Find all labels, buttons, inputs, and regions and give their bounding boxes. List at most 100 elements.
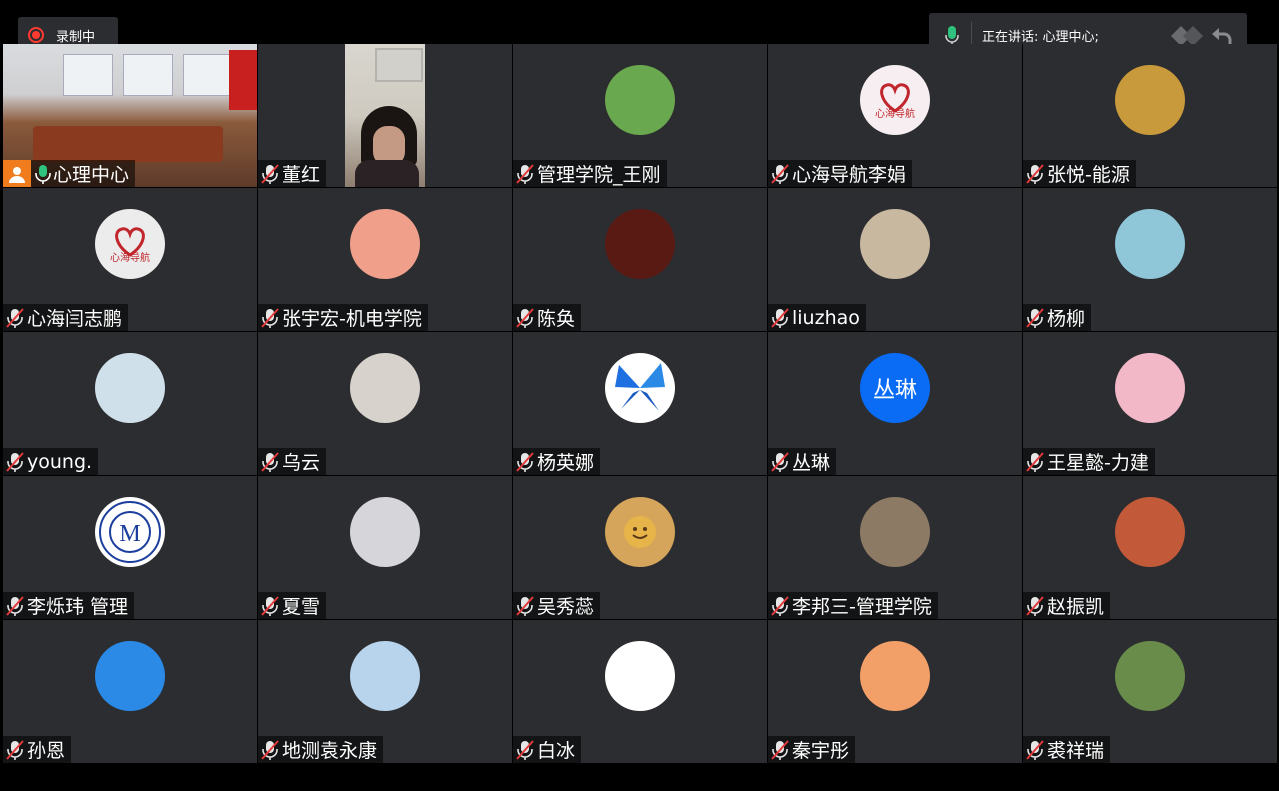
svg-text:心海导航: 心海导航 [110,251,150,264]
participant-tile[interactable]: 地测袁永康 [258,620,512,763]
muted-microphone-icon [6,451,24,472]
video-feed [345,44,425,187]
participant-name: 裘祥瑞 [1047,740,1105,762]
participant-tile[interactable]: 王星懿-力建 [1023,332,1277,475]
participant-name: 陈奂 [537,308,576,330]
active-speaker-label: 正在讲话: 心理中心; [982,30,1099,45]
participant-tile[interactable]: 吴秀蕊 [513,476,767,619]
muted-microphone-icon [261,163,279,184]
muted-microphone-icon [6,595,24,616]
participant-name-bar: 夏雪 [258,592,327,619]
participant-name-bar: 李烁玮 管理 [3,592,135,619]
muted-microphone-icon [771,451,789,472]
participant-name-bar: liuzhao [768,304,866,331]
muted-microphone-icon [6,739,24,760]
participant-tile[interactable]: 秦宇彤 [768,620,1022,763]
participant-tile[interactable]: young. [3,332,257,475]
participant-name-bar: 心海闫志鹏 [3,304,129,331]
muted-microphone-icon [516,595,534,616]
participant-name: 王星懿-力建 [1047,452,1149,474]
participant-name: 李烁玮 管理 [27,596,129,618]
participant-name-bar: 赵振凯 [1023,592,1111,619]
recording-label: 录制中 [56,29,96,45]
participant-tile[interactable]: 管理学院_王刚 [513,44,767,187]
participant-tile[interactable]: 心海导航心海闫志鹏 [3,188,257,331]
participant-tile[interactable]: liuzhao [768,188,1022,331]
participant-tile[interactable]: 陈奂 [513,188,767,331]
muted-microphone-icon [516,739,534,760]
participant-name: 心海导航李娟 [792,164,907,186]
participant-name-bar: 王星懿-力建 [1023,448,1155,475]
participant-tile[interactable]: 心海导航 心海导航李娟 [768,44,1022,187]
participant-name-bar: 张宇宏-机电学院 [258,304,428,331]
participant-name-bar: 地测袁永康 [258,736,384,763]
participant-name: 地测袁永康 [282,740,378,762]
participant-name-bar: young. [3,448,99,475]
participant-name-bar: 陈奂 [513,304,582,331]
participant-tile[interactable]: 张悦-能源 [1023,44,1277,187]
participant-tile[interactable]: 李邦三-管理学院 [768,476,1022,619]
participant-name: 董红 [282,164,321,186]
participant-name: 夏雪 [282,596,321,618]
participant-tile[interactable]: 心理中心 [3,44,257,187]
participant-tile[interactable]: 张宇宏-机电学院 [258,188,512,331]
muted-microphone-icon [261,739,279,760]
muted-microphone-icon [1026,739,1044,760]
avatar: 丛琳 [860,353,930,423]
participant-tile[interactable]: 白冰 [513,620,767,763]
participant-tile[interactable]: 裘祥瑞 [1023,620,1277,763]
participant-name-bar: 吴秀蕊 [513,592,601,619]
participant-tile[interactable]: 夏雪 [258,476,512,619]
muted-microphone-icon [1026,307,1044,328]
participant-name-bar: 秦宇彤 [768,736,856,763]
participant-grid: 心理中心 董红 管理学院_王刚 心海导航 心海导航李娟 张悦-能源 心海导航 心海闫志鹏 张宇宏… [3,44,1278,764]
participant-name: 心海闫志鹏 [27,308,123,330]
participant-name: 白冰 [537,740,576,762]
host-user-icon [3,160,31,187]
participant-name: liuzhao [792,306,860,329]
participant-name: 吴秀蕊 [537,596,595,618]
avatar [95,641,165,711]
avatar: M [95,497,165,567]
muted-microphone-icon [1026,595,1044,616]
participant-name-bar: 杨柳 [1023,304,1092,331]
participant-tile[interactable]: 杨柳 [1023,188,1277,331]
muted-microphone-icon [516,451,534,472]
participant-name: 管理学院_王刚 [537,164,661,186]
muted-microphone-icon [261,451,279,472]
participant-name-bar: 李邦三-管理学院 [768,592,938,619]
participant-name: 杨柳 [1047,308,1086,330]
avatar: 心海导航 [95,209,165,279]
participant-tile[interactable]: 董红 [258,44,512,187]
participant-name: 张宇宏-机电学院 [282,308,422,330]
participant-name-bar: 心海导航李娟 [768,160,913,187]
participant-tile[interactable]: 孙恩 [3,620,257,763]
participant-name-bar: 杨英娜 [513,448,601,475]
muted-microphone-icon [261,595,279,616]
avatar [1115,641,1185,711]
participant-tile[interactable]: 丛琳 丛琳 [768,332,1022,475]
muted-microphone-icon [516,163,534,184]
avatar [860,497,930,567]
participant-name: 丛琳 [792,452,831,474]
participant-name-bar: 董红 [258,160,327,187]
participant-name: 乌云 [282,452,321,474]
participant-tile[interactable]: 赵振凯 [1023,476,1277,619]
participant-name: 孙恩 [27,740,66,762]
record-icon [28,27,44,43]
avatar [350,497,420,567]
muted-microphone-icon [771,307,789,328]
participant-name-bar: 白冰 [513,736,582,763]
muted-microphone-icon [516,307,534,328]
muted-microphone-icon [1026,451,1044,472]
muted-microphone-icon [771,163,789,184]
participant-tile[interactable]: 乌云 [258,332,512,475]
muted-microphone-icon [6,307,24,328]
avatar [1115,209,1185,279]
muted-microphone-icon [1026,163,1044,184]
participant-tile[interactable]: M 李烁玮 管理 [3,476,257,619]
participant-tile[interactable]: 杨英娜 [513,332,767,475]
avatar [350,641,420,711]
participant-name-bar: 丛琳 [768,448,837,475]
avatar [605,641,675,711]
